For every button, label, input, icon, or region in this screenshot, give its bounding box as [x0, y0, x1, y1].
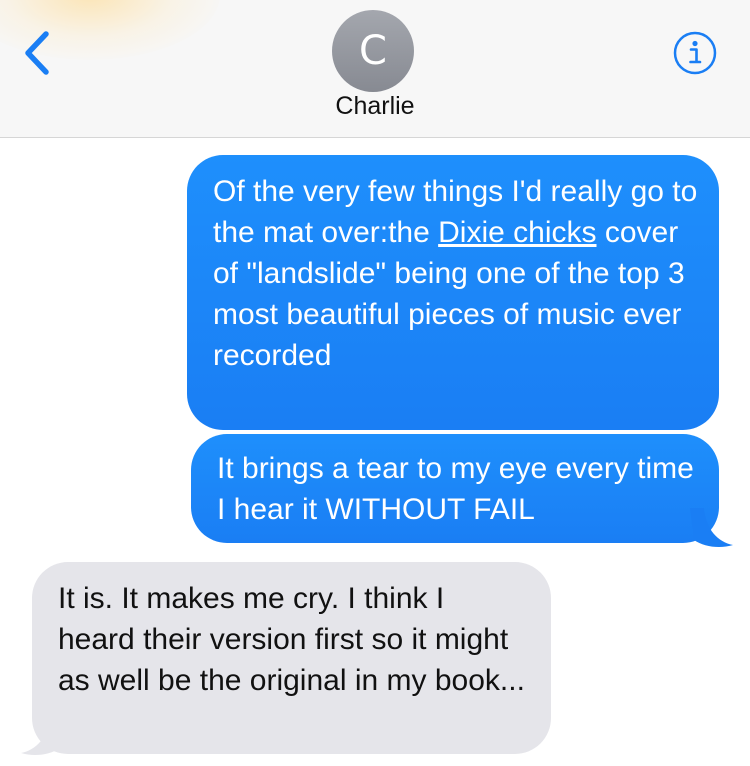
sent-message-bubble[interactable]: Of the very few things I'd really go to … [187, 155, 719, 430]
message-link[interactable]: Dixie chicks [438, 216, 596, 249]
received-message-bubble[interactable]: It is. It makes me cry. I think I heard … [32, 562, 551, 754]
sent-message-bubble[interactable]: It brings a tear to my eye every time I … [191, 434, 719, 543]
message-text: It is. It makes me cry. I think I heard … [58, 582, 525, 697]
contact-name[interactable]: Charlie [0, 92, 750, 121]
conversation-header: C Charlie [0, 0, 750, 138]
info-button[interactable] [672, 30, 718, 76]
info-icon [673, 31, 717, 75]
back-button[interactable] [18, 28, 58, 78]
bubble-tail [690, 508, 733, 548]
message-text: It brings a tear to my eye every time I … [217, 452, 694, 526]
chevron-left-icon [25, 31, 49, 75]
bubble-tail [21, 716, 64, 756]
contact-avatar[interactable]: C [332, 10, 414, 92]
